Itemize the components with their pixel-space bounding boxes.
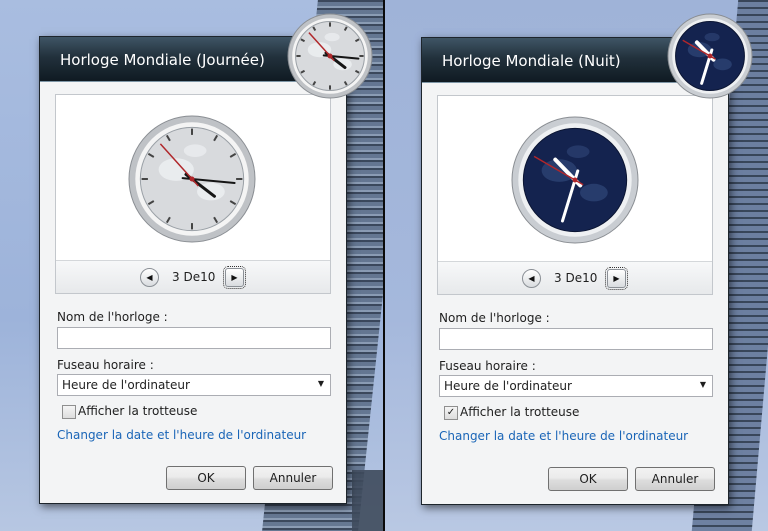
clock-center-pin: [327, 53, 333, 59]
map-continent: [324, 32, 340, 42]
next-clock-button[interactable]: ▶: [223, 266, 246, 289]
clock-name-label: Nom de l'horloge :: [57, 310, 168, 324]
timezone-select[interactable]: Heure de l'ordinateur ▼: [57, 374, 331, 396]
clock-preview-graphic: [511, 116, 639, 244]
dialog-body: ◀ 3 De10 ▶ Nom de l'horloge : Fuseau hor…: [40, 82, 346, 503]
clock-preview: ◀ 3 De10 ▶: [437, 95, 713, 295]
clock-name-input[interactable]: [439, 328, 713, 350]
map-continent: [183, 144, 207, 157]
timezone-label: Fuseau horaire :: [57, 358, 154, 372]
dialog-body: ◀ 3 De10 ▶ Nom de l'horloge : Fuseau hor…: [422, 83, 728, 504]
clock-navigation-bar: ◀ 3 De10 ▶: [438, 261, 712, 294]
timezone-value: Heure de l'ordinateur: [444, 379, 572, 393]
gadget-clock-icon: [287, 13, 373, 99]
second-hand-checkbox[interactable]: ✓: [444, 406, 458, 420]
next-clock-button[interactable]: ▶: [605, 267, 628, 290]
night-clock: [511, 116, 639, 244]
chevron-down-icon: ▼: [317, 379, 324, 388]
previous-clock-button[interactable]: ◀: [522, 269, 541, 288]
timezone-select[interactable]: Heure de l'ordinateur ▼: [439, 375, 713, 397]
timezone-label: Fuseau horaire :: [439, 359, 536, 373]
panel-divider: [383, 0, 385, 531]
cancel-button[interactable]: Annuler: [635, 467, 715, 491]
change-date-time-link[interactable]: Changer la date et l'heure de l'ordinate…: [57, 428, 306, 442]
dialog-title: Horloge Mondiale (Nuit): [442, 52, 621, 70]
second-hand-checkbox[interactable]: [62, 405, 76, 419]
map-continent: [704, 32, 720, 42]
second-hand-label[interactable]: Afficher la trotteuse: [78, 404, 197, 418]
clock-page-indicator: 3 De10: [172, 270, 216, 284]
clock-icon: [667, 13, 753, 99]
clock-preview-graphic: [128, 115, 256, 243]
cancel-button[interactable]: Annuler: [253, 466, 333, 490]
clock-name-input[interactable]: [57, 327, 331, 349]
ok-button[interactable]: OK: [548, 467, 628, 491]
ok-button[interactable]: OK: [166, 466, 246, 490]
clock-preview: ◀ 3 De10 ▶: [55, 94, 331, 294]
clock-name-label: Nom de l'horloge :: [439, 311, 550, 325]
timezone-value: Heure de l'ordinateur: [62, 378, 190, 392]
map-continent: [580, 183, 608, 202]
previous-clock-button[interactable]: ◀: [140, 268, 159, 287]
day-clock: [128, 115, 256, 243]
clock-navigation-bar: ◀ 3 De10 ▶: [56, 260, 330, 293]
map-continent: [566, 145, 590, 158]
clock-center-pin: [189, 176, 195, 182]
clock-settings-dialog-night: Horloge Mondiale (Nuit) ◀ 3 De10 ▶ Nom d…: [421, 37, 729, 505]
chevron-down-icon: ▼: [699, 380, 706, 389]
clock-page-indicator: 3 De10: [554, 271, 598, 285]
second-hand-label[interactable]: Afficher la trotteuse: [460, 405, 579, 419]
clock-settings-dialog-day: Horloge Mondiale (Journée) ◀ 3 De10 ▶ No…: [39, 36, 347, 504]
clock-center-pin: [572, 177, 578, 183]
clock-icon: [287, 13, 373, 99]
map-continent: [713, 58, 732, 71]
dialog-title: Horloge Mondiale (Journée): [60, 51, 265, 69]
clock-center-pin: [707, 53, 713, 59]
gadget-clock-icon: [667, 13, 753, 99]
building-decoration: [352, 470, 383, 531]
change-date-time-link[interactable]: Changer la date et l'heure de l'ordinate…: [439, 429, 688, 443]
